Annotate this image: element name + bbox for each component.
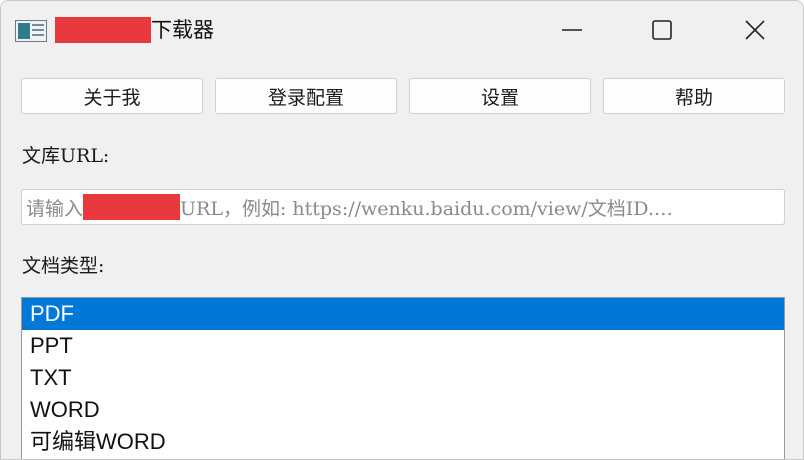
settings-button[interactable]: 设置 (409, 78, 591, 114)
help-button[interactable]: 帮助 (603, 78, 785, 114)
app-window: 下载器 关于我 登录配置 设置 帮助 文库URL: 请输入 URL，例如: ht… (0, 0, 804, 460)
list-item-pdf[interactable]: PDF (22, 298, 784, 330)
close-button[interactable] (731, 5, 779, 55)
close-icon (745, 20, 765, 40)
redacted-placeholder-block (83, 194, 181, 220)
minimize-button[interactable] (548, 5, 596, 55)
list-item-editable-word[interactable]: 可编辑WORD (22, 426, 784, 458)
maximize-icon (652, 20, 672, 40)
url-label: 文库URL: (22, 145, 110, 167)
list-item-txt[interactable]: TXT (22, 362, 784, 394)
app-icon (15, 20, 47, 42)
minimize-icon (562, 29, 582, 31)
title-bar[interactable]: 下载器 (1, 1, 803, 59)
window-title: 下载器 (151, 18, 214, 42)
redacted-title-block (55, 17, 151, 43)
about-me-button[interactable]: 关于我 (21, 78, 203, 114)
url-placeholder-suffix: URL，例如: https://wenku.baidu.com/view/文档I… (180, 197, 673, 220)
doc-type-list[interactable]: PDF PPT TXT WORD 可编辑WORD (21, 297, 785, 459)
list-item-word[interactable]: WORD (22, 394, 784, 426)
doc-type-label: 文档类型: (22, 255, 105, 277)
login-config-button[interactable]: 登录配置 (215, 78, 397, 114)
list-item-ppt[interactable]: PPT (22, 330, 784, 362)
url-input[interactable]: 请输入 URL，例如: https://wenku.baidu.com/view… (21, 189, 785, 225)
url-placeholder-prefix: 请输入 (26, 197, 84, 220)
maximize-button[interactable] (638, 5, 686, 55)
